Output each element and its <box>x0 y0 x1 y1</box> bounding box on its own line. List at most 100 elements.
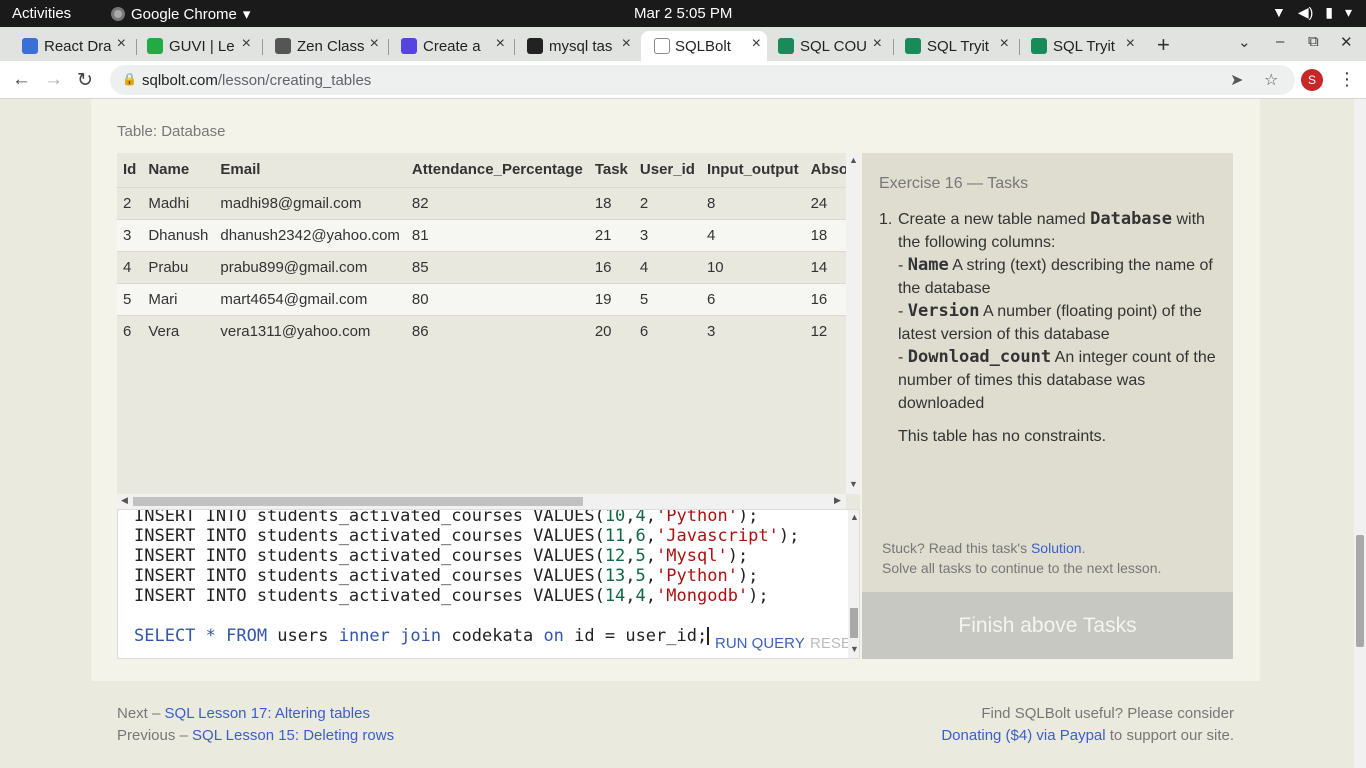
tab-mysql-tasks[interactable]: mysql tas × <box>527 31 637 61</box>
scroll-down-arrow-icon[interactable]: ▼ <box>850 644 859 654</box>
table-cell: Mari <box>142 282 215 315</box>
close-icon[interactable]: × <box>496 35 505 53</box>
table-cell: 24 <box>804 186 846 219</box>
scroll-down-arrow-icon[interactable]: ▼ <box>849 479 858 489</box>
donate-link[interactable]: Donating ($4) via Paypal <box>941 727 1105 744</box>
text-cursor <box>707 627 710 645</box>
previous-lesson: Previous – SQL Lesson 15: Deleting rows <box>117 725 394 747</box>
lock-icon[interactable]: 🔒 <box>122 72 137 86</box>
bookmark-star-icon[interactable]: ☆ <box>1264 70 1278 90</box>
table-row: 3 Dhanush dhanush2342@yahoo.com 81 21 3 … <box>117 218 846 251</box>
close-icon[interactable]: × <box>1126 35 1135 53</box>
tab-sql-course[interactable]: SQL COU × <box>778 31 888 61</box>
tab-create[interactable]: Create a × <box>401 31 511 61</box>
column-header: Id <box>117 153 143 187</box>
task-text: Create a new table named <box>898 211 1091 228</box>
scroll-left-arrow-icon[interactable]: ◀ <box>121 495 128 506</box>
minimize-icon[interactable]: – <box>1276 33 1284 50</box>
tab-separator <box>262 39 263 55</box>
tab-search-chevron-icon[interactable]: ⌄ <box>1238 33 1251 51</box>
column-header: Name <box>142 153 215 187</box>
editor-scrollbar-thumb[interactable] <box>850 608 858 638</box>
results-vertical-scrollbar[interactable]: ▲ ▼ <box>846 153 860 494</box>
clock[interactable]: Mar 2 5:05 PM <box>634 5 732 22</box>
code-text: INSERT INTO students_activated_courses V… <box>134 526 605 546</box>
next-lesson-link[interactable]: SQL Lesson 17: Altering tables <box>165 705 370 722</box>
tab-guvi[interactable]: GUVI | Le × <box>147 31 257 61</box>
app-menu[interactable]: Google Chrome ▾ <box>111 5 250 23</box>
system-tray[interactable]: ▼ ◀) ▮ ▾ <box>1272 4 1352 21</box>
activities-button[interactable]: Activities <box>12 5 71 22</box>
code-text: ); <box>748 586 769 606</box>
tab-separator <box>388 39 389 55</box>
address-bar[interactable]: 🔒 sqlbolt.com/lesson/creating_tables ➤ ☆ <box>110 65 1295 95</box>
tab-sql-tryit-2[interactable]: SQL Tryit × <box>1031 31 1141 61</box>
horizontal-scrollbar-thumb[interactable] <box>133 497 583 506</box>
tab-sql-tryit-1[interactable]: SQL Tryit × <box>905 31 1015 61</box>
table-row: 5 Mari mart4654@gmail.com 80 19 5 6 16 <box>117 282 846 315</box>
table-cell: vera1311@yahoo.com <box>214 314 406 347</box>
reload-icon[interactable]: ↻ <box>77 69 93 92</box>
tab-title: React Dra <box>44 37 112 55</box>
code-line: INSERT INTO students_activated_courses V… <box>134 526 800 546</box>
caret-down-icon: ▾ <box>242 6 251 23</box>
finish-tasks-button[interactable]: Finish above Tasks <box>862 592 1233 659</box>
hint-text: Solve all tasks to continue to the next … <box>882 560 1162 576</box>
react-icon <box>22 38 38 54</box>
results-table: Id Name Email Attendance_Percentage Task… <box>117 153 846 347</box>
page-scrollbar-thumb[interactable] <box>1356 535 1364 647</box>
results-horizontal-scrollbar[interactable]: ◀ ▶ <box>117 494 846 509</box>
table-cell: 3 <box>700 314 805 347</box>
editor-scrollbar[interactable]: ▲ ▼ <box>848 510 859 658</box>
url-text[interactable]: sqlbolt.com/lesson/creating_tables <box>142 72 371 89</box>
column-spec: - Version A number (floating point) of t… <box>898 301 1202 343</box>
tab-title: SQL Tryit <box>927 37 989 55</box>
donate-message: Find SQLBolt useful? Please consider Don… <box>941 703 1234 747</box>
send-icon[interactable]: ➤ <box>1230 70 1243 90</box>
scroll-right-arrow-icon[interactable]: ▶ <box>834 495 841 506</box>
window-close-icon[interactable]: ✕ <box>1340 33 1353 51</box>
code-number: 4 <box>635 509 646 526</box>
scroll-up-arrow-icon[interactable]: ▲ <box>850 512 859 522</box>
restore-icon[interactable]: ⧉ <box>1308 33 1319 50</box>
close-icon[interactable]: × <box>242 35 251 53</box>
page-scrollbar[interactable] <box>1354 99 1366 768</box>
lesson-navigation: Next – SQL Lesson 17: Altering tables Pr… <box>91 681 1260 768</box>
table-cell: mart4654@gmail.com <box>214 282 406 315</box>
code-keyword: inner join <box>338 626 452 646</box>
solution-link[interactable]: Solution <box>1031 540 1082 556</box>
zen-icon <box>275 38 291 54</box>
table-row: 2 Madhi madhi98@gmail.com 82 18 2 8 24 <box>117 186 846 219</box>
sql-code[interactable]: INSERT INTO students_activated_courses V… <box>134 510 800 646</box>
new-tab-plus-icon[interactable]: + <box>1157 32 1170 58</box>
forward-arrow-icon[interactable]: → <box>44 69 63 91</box>
w3schools-icon <box>778 38 794 54</box>
tab-zen-class[interactable]: Zen Class × <box>275 31 385 61</box>
close-icon[interactable]: × <box>1000 35 1009 53</box>
stuck-hint: Stuck? Read this task's Solution. Solve … <box>882 538 1161 578</box>
sql-editor[interactable]: INSERT INTO students_activated_courses V… <box>117 509 860 659</box>
scroll-up-arrow-icon[interactable]: ▲ <box>849 155 858 165</box>
table-cell: Dhanush <box>142 218 215 251</box>
more-options-icon[interactable]: ⋮ <box>1338 69 1356 90</box>
close-icon[interactable]: × <box>622 35 631 53</box>
close-icon[interactable]: × <box>370 35 379 53</box>
tab-title: mysql tas <box>549 37 613 55</box>
back-arrow-icon[interactable]: ← <box>12 69 31 91</box>
close-icon[interactable]: × <box>117 35 126 53</box>
code-string: 'Javascript' <box>656 526 779 546</box>
table-cell: Madhi <box>142 186 215 219</box>
close-icon[interactable]: × <box>873 35 882 53</box>
table-caption: Table: Database <box>117 123 226 140</box>
results-table-viewport[interactable]: Id Name Email Attendance_Percentage Task… <box>117 153 846 494</box>
tab-sqlbolt-active[interactable]: SQLBolt × <box>641 31 767 61</box>
code-string: 'Python' <box>656 566 738 586</box>
table-header-row: Id Name Email Attendance_Percentage Task… <box>117 153 846 187</box>
tab-react[interactable]: React Dra × <box>22 31 132 61</box>
table-row: 4 Prabu prabu899@gmail.com 85 16 4 10 14 <box>117 250 846 283</box>
profile-avatar[interactable]: S <box>1301 69 1323 91</box>
column-header: Input_output <box>700 153 805 187</box>
close-icon[interactable]: × <box>752 35 761 53</box>
run-query-button[interactable]: RUN QUERY <box>715 635 805 652</box>
previous-lesson-link[interactable]: SQL Lesson 15: Deleting rows <box>192 727 394 744</box>
